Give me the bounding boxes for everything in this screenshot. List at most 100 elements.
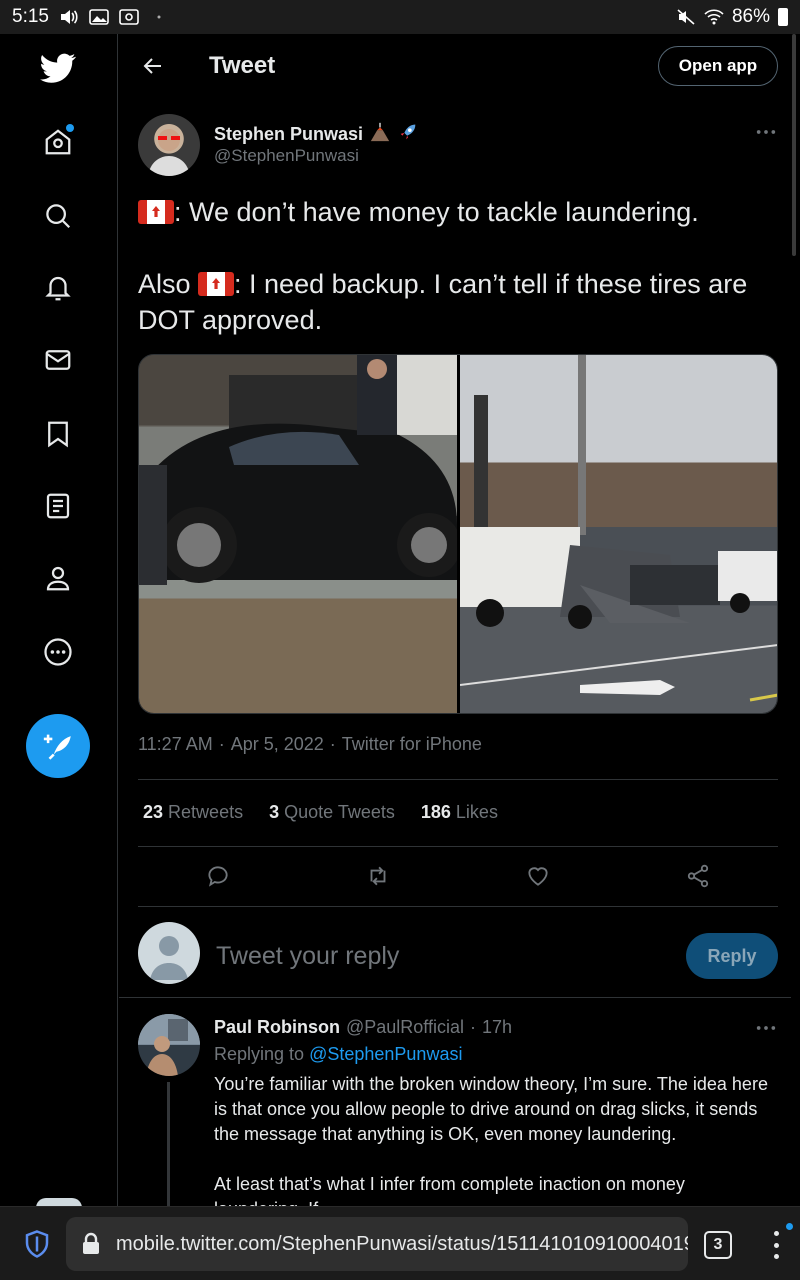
photo-left[interactable] [139, 355, 457, 713]
arrow-left-icon [143, 58, 161, 74]
replying-to-prefix: Replying to [214, 1044, 305, 1064]
bookmark-icon [48, 421, 68, 448]
clock: 5:15 [12, 6, 49, 27]
battery-icon [778, 8, 788, 26]
top-bar: Tweet Open app [119, 34, 791, 98]
reply-age[interactable]: 17h [482, 1017, 512, 1038]
meta-separator: · [470, 1017, 476, 1037]
back-button[interactable] [135, 48, 171, 84]
status-bar: 5:15 86% [0, 0, 800, 34]
quotes-label: Quote Tweets [284, 802, 395, 822]
volume-icon [59, 9, 79, 25]
meta-separator: · [218, 734, 225, 754]
retweets-stat[interactable]: 23 Retweets [143, 802, 243, 823]
nav-explore[interactable] [34, 192, 82, 240]
bell-icon [45, 276, 71, 301]
tweet-actions [138, 856, 778, 896]
heart-icon [528, 867, 548, 886]
author-name-text: Stephen Punwasi [214, 124, 364, 144]
reply-author-name[interactable]: Paul Robinson [214, 1017, 340, 1038]
tweet-text: : We don’t have money to tackle launderi… [138, 194, 778, 338]
likes-stat[interactable]: 186 Likes [421, 802, 498, 823]
reply-button[interactable]: Reply [686, 933, 778, 979]
list-icon [46, 493, 70, 519]
divider [119, 997, 791, 998]
retweet-icon [370, 866, 386, 886]
author-name[interactable]: Stephen Punwasi [214, 121, 419, 148]
shield-icon [25, 1230, 49, 1258]
author-handle[interactable]: @StephenPunwasi [214, 146, 359, 166]
nav-profile[interactable] [34, 554, 82, 602]
mute-icon [676, 9, 696, 25]
scrollbar[interactable] [792, 34, 796, 256]
reply-more-button[interactable] [752, 1018, 780, 1038]
divider [138, 779, 778, 780]
dot-icon [149, 9, 169, 25]
thread-line [167, 1082, 170, 1206]
replying-to-link[interactable]: @StephenPunwasi [309, 1044, 462, 1064]
open-app-button[interactable]: Open app [658, 46, 778, 86]
address-bar[interactable]: mobile.twitter.com/StephenPunwasi/status… [66, 1217, 688, 1271]
privacy-shield-button[interactable] [22, 1229, 52, 1259]
retweets-count: 23 [143, 802, 164, 822]
reply-input[interactable]: Tweet your reply [216, 942, 399, 971]
screenshot-icon [119, 9, 139, 25]
nav-bookmarks[interactable] [34, 410, 82, 458]
compose-tweet-button[interactable] [26, 714, 90, 778]
nav-more[interactable] [34, 628, 82, 676]
divider [138, 846, 778, 847]
tweet-time[interactable]: 11:27 AM [138, 734, 213, 755]
likes-count: 186 [420, 802, 451, 822]
tweet-source[interactable]: Twitter for iPhone [342, 734, 482, 755]
tweet-media [138, 354, 778, 714]
author-avatar[interactable] [138, 114, 200, 176]
replying-to: Replying to @StephenPunwasi [214, 1044, 462, 1065]
tweet-stats: 23 Retweets 3 Quote Tweets 186 Likes [143, 802, 498, 823]
retweet-action-button[interactable] [358, 856, 398, 896]
share-icon [687, 864, 709, 888]
like-action-button[interactable] [518, 856, 558, 896]
rocket-emoji-icon [397, 121, 419, 148]
photo-right[interactable] [459, 355, 777, 713]
nav-notifications[interactable] [34, 264, 82, 312]
mail-icon [45, 350, 71, 370]
tweet-meta: 11:27 AM · Apr 5, 2022 · Twitter for iPh… [138, 734, 482, 755]
reply-author-avatar[interactable] [138, 1014, 200, 1076]
canada-flag-icon [198, 272, 235, 296]
nav-lists[interactable] [34, 482, 82, 530]
image-icon [89, 9, 109, 25]
tabs-button[interactable]: 3 [704, 1231, 732, 1259]
reply-author-handle[interactable]: @PaulRofficial [346, 1017, 464, 1038]
twitter-logo-icon[interactable] [34, 44, 82, 92]
home-notification-dot [66, 124, 74, 132]
quotes-count: 3 [269, 802, 280, 822]
more-horizontal-icon [756, 130, 776, 134]
tweet-line-2a: Also [138, 269, 199, 299]
meta-separator: · [329, 734, 336, 754]
tweet-detail: Tweet Open app Stephen Punwasi @StephenP… [119, 34, 791, 1206]
retweets-label: Retweets [168, 802, 244, 822]
update-dot [786, 1223, 793, 1230]
nav-home[interactable] [34, 118, 82, 166]
browser-menu-button[interactable] [766, 1227, 786, 1263]
profile-icon [46, 566, 70, 591]
page-title: Tweet [209, 52, 276, 79]
tweet-line-1: : We don’t have money to tackle launderi… [174, 197, 699, 227]
likes-label: Likes [455, 802, 498, 822]
quotes-stat[interactable]: 3 Quote Tweets [269, 802, 395, 823]
divider [138, 906, 778, 907]
sidebar-nav [0, 34, 118, 1208]
search-icon [46, 204, 71, 229]
more-circle-icon [44, 638, 72, 666]
browser-toolbar: mobile.twitter.com/StephenPunwasi/status… [0, 1206, 800, 1280]
lock-icon [83, 1232, 99, 1254]
share-action-button[interactable] [678, 856, 718, 896]
tweet-more-button[interactable] [752, 122, 780, 142]
my-avatar [138, 922, 200, 984]
reply-header: Paul Robinson @PaulRofficial · 17h [214, 1017, 512, 1038]
canada-flag-icon [138, 200, 174, 224]
volcano-emoji-icon [369, 121, 391, 148]
tweet-date[interactable]: Apr 5, 2022 [231, 734, 324, 755]
nav-messages[interactable] [34, 336, 82, 384]
reply-action-button[interactable] [198, 856, 238, 896]
